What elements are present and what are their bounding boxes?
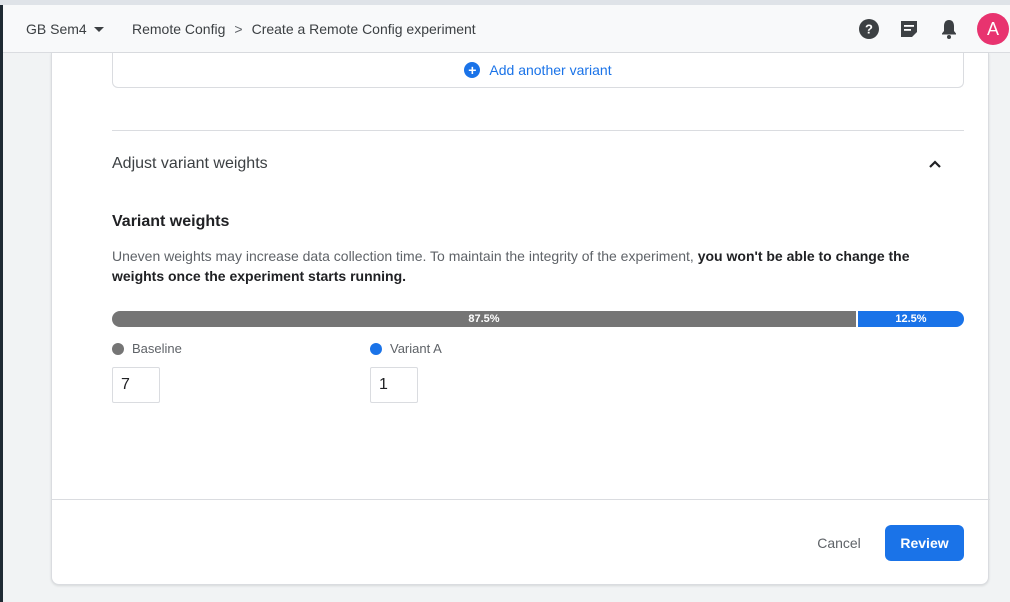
cancel-button[interactable]: Cancel bbox=[802, 525, 876, 561]
breadcrumb-remote-config[interactable]: Remote Config bbox=[132, 21, 225, 37]
baseline-dot-icon bbox=[112, 342, 124, 355]
top-app-bar: GB Sem4 Remote Config > Create a Remote … bbox=[3, 5, 1010, 53]
weights-description: Uneven weights may increase data collect… bbox=[112, 246, 964, 286]
add-variant-label: Add another variant bbox=[489, 62, 612, 78]
adjust-weights-title: Adjust variant weights bbox=[112, 155, 268, 172]
notifications-icon[interactable] bbox=[937, 17, 961, 41]
weight-distribution-bar: 87.5% 12.5% bbox=[112, 311, 964, 327]
adjust-weights-header[interactable]: Adjust variant weights bbox=[112, 131, 964, 197]
account-avatar[interactable]: A bbox=[977, 13, 1009, 45]
baseline-legend: Baseline bbox=[112, 341, 182, 356]
variant-a-percent-label: 12.5% bbox=[895, 313, 927, 325]
baseline-weight-input[interactable] bbox=[112, 367, 160, 403]
variant-a-dot-icon bbox=[370, 342, 382, 355]
baseline-percent-label: 87.5% bbox=[468, 313, 500, 325]
variant-a-weight-segment: 12.5% bbox=[858, 311, 964, 327]
weights-description-plain: Uneven weights may increase data collect… bbox=[112, 248, 698, 264]
experiment-card: + Add another variant Adjust variant wei… bbox=[51, 53, 990, 585]
variant-a-weight-input[interactable] bbox=[370, 367, 418, 403]
review-button[interactable]: Review bbox=[885, 525, 964, 561]
variant-a-label: Variant A bbox=[390, 341, 442, 356]
baseline-weight-segment: 87.5% bbox=[112, 311, 856, 327]
breadcrumb: Remote Config > Create a Remote Config e… bbox=[132, 5, 476, 53]
chevron-right-icon: > bbox=[234, 21, 243, 37]
svg-text:?: ? bbox=[865, 22, 873, 37]
chevron-up-icon[interactable] bbox=[923, 152, 947, 176]
variant-weights-title: Variant weights bbox=[112, 213, 230, 230]
caret-down-icon bbox=[93, 26, 104, 32]
project-selector[interactable]: GB Sem4 bbox=[26, 5, 104, 53]
breadcrumb-current-page: Create a Remote Config experiment bbox=[251, 21, 476, 37]
add-circle-icon: + bbox=[464, 62, 481, 78]
feedback-icon[interactable] bbox=[897, 17, 921, 41]
help-icon[interactable]: ? bbox=[857, 17, 881, 41]
left-nav-edge bbox=[0, 5, 3, 602]
project-name: GB Sem4 bbox=[26, 21, 87, 37]
add-another-variant-button[interactable]: + Add another variant bbox=[112, 53, 964, 88]
baseline-label: Baseline bbox=[132, 341, 182, 356]
variant-a-legend: Variant A bbox=[370, 341, 442, 356]
header-actions: ? A bbox=[857, 5, 1010, 53]
footer-divider bbox=[52, 499, 990, 500]
